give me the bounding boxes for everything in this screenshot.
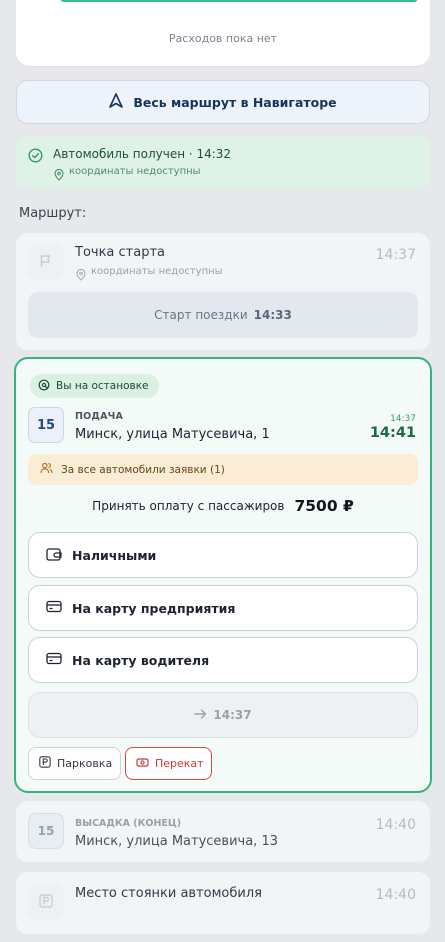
stop-time-actual: 14:41 [369, 425, 416, 441]
start-point-title: Точка старта [75, 245, 166, 260]
stop-type: ПОДАЧА [75, 411, 124, 422]
location-pin-icon [76, 266, 86, 285]
navigator-route-button[interactable]: Весь маршрут в Навигаторе [16, 80, 430, 124]
car-received-title: Автомобиль получен · 14:32 [53, 147, 232, 161]
wallet-icon [46, 547, 62, 564]
parking-spot-card[interactable]: Место стоянки автомобиля 14:40 [16, 872, 430, 934]
dropoff-stop-type: ВЫСАДКА (КОНЕЦ) [75, 818, 182, 829]
parking-spot-box [28, 884, 64, 920]
at-stop-icon [38, 379, 50, 394]
pay-cash-label: Наличными [72, 547, 157, 563]
pay-driver-card-button[interactable]: На карту водителя [28, 637, 418, 683]
parking-spot-title: Место стоянки автомобиля [75, 886, 262, 901]
credit-card-icon [46, 652, 62, 668]
arrow-right-icon [194, 708, 207, 722]
next-stop-button[interactable]: 14:37 [28, 692, 418, 738]
expenses-progress-bar [60, 0, 418, 2]
dropoff-stop-card[interactable]: 15 ВЫСАДКА (КОНЕЦ) Минск, улица Матусеви… [16, 801, 430, 862]
pay-company-card-button[interactable]: На карту предприятия [28, 585, 418, 631]
start-point-time: 14:37 [375, 247, 416, 263]
start-trip-label: Старт поездки [154, 308, 248, 322]
dropoff-stop-time: 14:40 [375, 817, 416, 833]
route-heading: Маршрут: [19, 206, 87, 221]
start-trip-button[interactable]: Старт поездки 14:33 [28, 292, 418, 338]
requests-label: За все автомобили заявки (1) [61, 463, 225, 476]
parking-icon [39, 756, 51, 771]
parking-spot-time: 14:40 [375, 887, 416, 903]
stop-number: 15 [28, 407, 64, 443]
at-stop-label: Вы на остановке [56, 380, 149, 392]
next-stop-time: 14:37 [213, 708, 252, 722]
start-point-coords: координаты недоступны [91, 266, 223, 277]
parking-icon [39, 893, 53, 912]
payment-amount: 7500 ₽ [294, 497, 354, 515]
flag-icon [39, 253, 53, 272]
dropoff-stop-number: 15 [28, 813, 64, 849]
expenses-empty-text: Расходов пока нет [168, 32, 278, 45]
pay-cash-button[interactable]: Наличными [28, 532, 418, 578]
start-trip-time: 14:33 [253, 308, 292, 322]
overhaul-button[interactable]: Перекат [125, 747, 212, 780]
navigator-route-label: Весь маршрут в Навигаторе [133, 94, 337, 110]
overhaul-label: Перекат [155, 757, 204, 770]
stop-time-planned: 14:37 [390, 414, 416, 424]
stop-address: Минск, улица Матусевича, 1 [75, 427, 270, 442]
car-received-status: Автомобиль получен · 14:32 координаты не… [16, 137, 430, 189]
payment-label: Принять оплату с пассажиров [92, 499, 285, 513]
credit-card-icon [46, 600, 62, 616]
check-circle-icon [28, 148, 43, 167]
pay-company-card-label: На карту предприятия [72, 600, 236, 616]
at-stop-badge: Вы на остановке [30, 374, 159, 398]
start-point-card: Точка старта 14:37 координаты недоступны… [16, 233, 430, 350]
requests-info[interactable]: За все автомобили заявки (1) [28, 454, 418, 485]
parking-button[interactable]: Парковка [28, 747, 121, 780]
car-transfer-icon [136, 757, 149, 771]
car-received-coords: координаты недоступны [69, 166, 201, 177]
parking-label: Парковка [57, 757, 113, 770]
location-pin-icon [54, 166, 64, 185]
dropoff-stop-address: Минск, улица Матусевича, 13 [75, 834, 278, 849]
expenses-card: Расходов пока нет [16, 0, 430, 66]
active-stop-card: Вы на остановке 15 ПОДАЧА Минск, улица М… [14, 357, 432, 793]
pay-driver-card-label: На карту водителя [72, 652, 210, 668]
navigation-arrow-icon [109, 93, 124, 111]
start-flag-box [28, 244, 64, 280]
payment-summary: Принять оплату с пассажиров 7500 ₽ [16, 497, 430, 515]
users-icon [40, 462, 53, 477]
